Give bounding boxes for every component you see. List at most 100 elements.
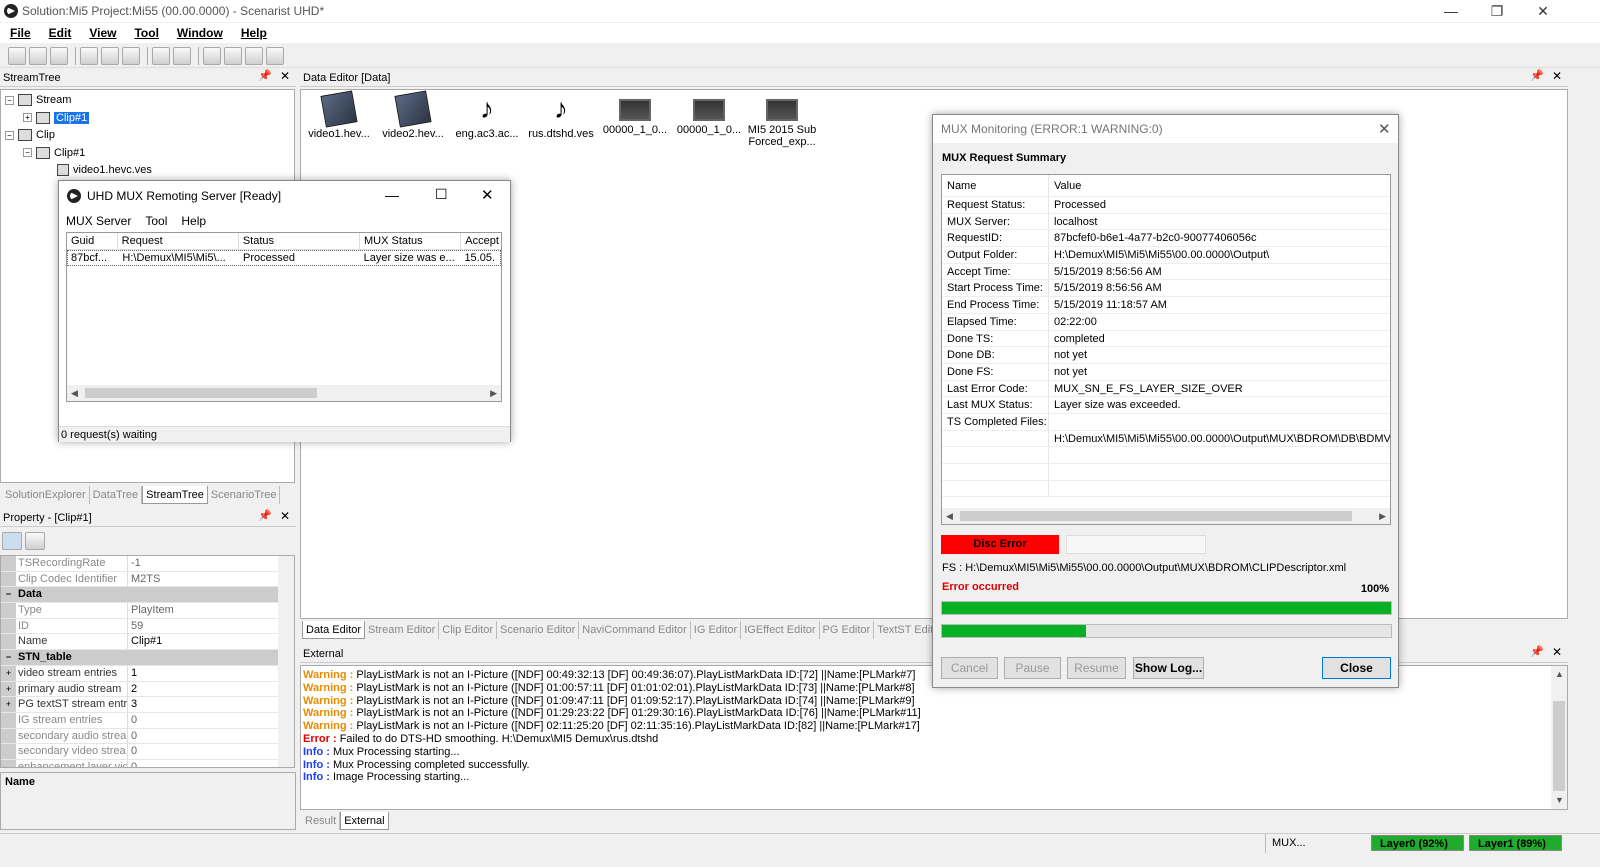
summary-row[interactable]: Done FS: not yet	[942, 363, 1390, 381]
horizontal-scrollbar[interactable]: ◀ ▶	[67, 385, 501, 401]
summary-row[interactable]: Elapsed Time: 02:22:00	[942, 313, 1390, 331]
sort-alpha-icon[interactable]	[25, 532, 45, 550]
menu-mux-server[interactable]: MUX Server	[66, 211, 131, 231]
property-row[interactable]: ID 59	[1, 618, 294, 635]
tab-data-editor[interactable]: Data Editor	[302, 621, 366, 639]
list-row[interactable]: 87bcf... H:\Demux\MI5\Mi5\... Processed …	[67, 250, 501, 266]
summary-row[interactable]: Done TS: completed	[942, 330, 1390, 348]
menu-tool[interactable]: Tool	[145, 211, 167, 231]
property-row[interactable]: + PG textST stream entri 3	[1, 697, 294, 713]
resume-button[interactable]: Resume	[1067, 657, 1126, 679]
tab-result[interactable]: Result	[302, 812, 341, 830]
tab-scenariotree[interactable]: ScenarioTree	[208, 486, 281, 504]
column-status[interactable]: Status	[239, 233, 360, 249]
settings-icon[interactable]	[266, 46, 284, 65]
cancel-button[interactable]: Cancel	[941, 657, 998, 679]
copy-icon[interactable]	[101, 46, 119, 65]
collapse-icon[interactable]: −	[5, 130, 14, 140]
menu-view[interactable]: View	[89, 26, 116, 40]
property-row[interactable]: + video stream entries 1	[1, 665, 294, 682]
column-accept[interactable]: Accept	[461, 233, 501, 249]
summary-row[interactable]: TS Completed Files:	[942, 413, 1390, 431]
close-icon[interactable]: ✕	[1552, 69, 1562, 83]
tab-stream-editor[interactable]: Stream Editor	[365, 621, 440, 639]
tab-streamtree[interactable]: StreamTree	[142, 486, 208, 504]
tab-pg-editor[interactable]: PG Editor	[820, 621, 875, 639]
summary-row[interactable]: Done DB: not yet	[942, 347, 1390, 364]
minimize-button[interactable]: —	[385, 187, 399, 203]
tab-igeffect-editor[interactable]: IGEffect Editor	[741, 621, 820, 639]
scroll-left-icon[interactable]: ◀	[71, 388, 78, 399]
scroll-thumb[interactable]	[960, 511, 1352, 521]
summary-row[interactable]: RequestID: 87bcfef0-b6e1-4a77-b2c0-900774…	[942, 230, 1390, 248]
property-row[interactable]: secondary audio strea 0	[1, 728, 294, 745]
menu-window[interactable]: Window	[177, 26, 223, 40]
tab-scenario-editor[interactable]: Scenario Editor	[497, 621, 580, 639]
pin-icon[interactable]: 📌	[258, 69, 272, 82]
scroll-thumb[interactable]	[85, 388, 317, 398]
column-guid[interactable]: Guid	[67, 233, 118, 249]
scroll-right-icon[interactable]: ▶	[1379, 511, 1386, 522]
close-window-button[interactable]: ✕	[1520, 0, 1566, 22]
summary-row[interactable]: End Process Time: 5/15/2019 11:18:57 AM	[942, 297, 1390, 314]
categorized-icon[interactable]	[2, 532, 22, 550]
data-item-eng-ac3[interactable]: ♪ eng.ac3.ac...	[450, 93, 524, 140]
close-button[interactable]: Close	[1322, 657, 1391, 679]
tree-item-video[interactable]: video1.hevc.ves	[5, 162, 294, 180]
maximize-button[interactable]: ☐	[435, 186, 448, 203]
column-request[interactable]: Request	[118, 233, 239, 249]
tab-solutionexplorer[interactable]: SolutionExplorer	[2, 486, 90, 504]
tab-clip-editor[interactable]: Clip Editor	[439, 621, 498, 639]
summary-row[interactable]: H:\Demux\MI5\Mi5\Mi55\00.00.0000\Output\…	[942, 430, 1390, 448]
pin-icon[interactable]: 📌	[1530, 69, 1544, 82]
pause-button[interactable]: Pause	[1004, 657, 1061, 679]
collapse-icon[interactable]: −	[5, 95, 14, 105]
summary-row[interactable]: Last MUX Status: Layer size was exceeded.	[942, 397, 1390, 414]
undo-icon[interactable]	[152, 46, 170, 65]
data-item-subtitle1[interactable]: 00000_1_0...	[598, 93, 672, 136]
scroll-right-icon[interactable]: ▶	[490, 388, 497, 399]
open-icon[interactable]	[29, 46, 47, 65]
data-item-video2[interactable]: video2.hev...	[376, 90, 450, 140]
save-icon[interactable]	[50, 46, 68, 65]
tree-item-stream[interactable]: − Stream	[5, 92, 294, 110]
summary-row[interactable]: Start Process Time: 5/15/2019 8:56:56 AM	[942, 280, 1390, 298]
pin-icon[interactable]: 📌	[258, 509, 272, 522]
menu-edit[interactable]: Edit	[49, 26, 72, 40]
menu-tool[interactable]: Tool	[134, 26, 158, 40]
property-row[interactable]: + primary audio stream 2	[1, 681, 294, 698]
collapse-icon[interactable]: −	[23, 148, 32, 158]
property-row[interactable]: IG stream entries 0	[1, 712, 294, 729]
scroll-down-icon[interactable]: ▼	[1555, 795, 1564, 805]
tab-external[interactable]: External	[340, 812, 389, 830]
property-row[interactable]: enhancement layer vid 0	[1, 759, 294, 767]
cut-icon[interactable]	[80, 46, 98, 65]
tree-item-clip1[interactable]: + Clip#1	[5, 110, 294, 128]
network-icon[interactable]	[245, 46, 263, 65]
scroll-left-icon[interactable]: ◀	[946, 511, 953, 522]
property-row[interactable]: Type PlayItem	[1, 603, 294, 619]
property-row[interactable]: Name Clip#1	[1, 634, 294, 651]
column-mux-status[interactable]: MUX Status	[360, 233, 462, 249]
scroll-up-icon[interactable]: ▲	[1555, 669, 1564, 679]
menu-help[interactable]: Help	[241, 26, 267, 40]
summary-row[interactable]: Accept Time: 5/15/2019 8:56:56 AM	[942, 263, 1390, 281]
summary-row[interactable]: MUX Server: localhost	[942, 213, 1390, 231]
menu-file[interactable]: File	[10, 26, 31, 40]
tab-textst-editor[interactable]: TextST Edit	[874, 621, 938, 639]
close-icon[interactable]: ✕	[280, 69, 290, 83]
data-item-subtitle3[interactable]: MI5 2015 Sub Forced_exp...	[742, 93, 822, 148]
show-log-button[interactable]: Show Log...	[1133, 657, 1204, 679]
expand-icon[interactable]: +	[23, 113, 32, 123]
scroll-thumb[interactable]	[1553, 701, 1565, 791]
property-category-stn[interactable]: − STN_table	[1, 650, 294, 666]
close-icon[interactable]: ✕	[1552, 645, 1562, 659]
mux-icon[interactable]	[224, 46, 242, 65]
tree-item-clip1-child[interactable]: − Clip#1	[5, 145, 294, 163]
tab-ig-editor[interactable]: IG Editor	[691, 621, 742, 639]
redo-icon[interactable]	[173, 46, 191, 65]
data-item-rus-dtshd[interactable]: ♪ rus.dtshd.ves	[524, 93, 598, 140]
property-category-data[interactable]: − Data	[1, 587, 294, 604]
paste-icon[interactable]	[122, 46, 140, 65]
property-row[interactable]: TSRecordingRate -1	[1, 556, 294, 572]
